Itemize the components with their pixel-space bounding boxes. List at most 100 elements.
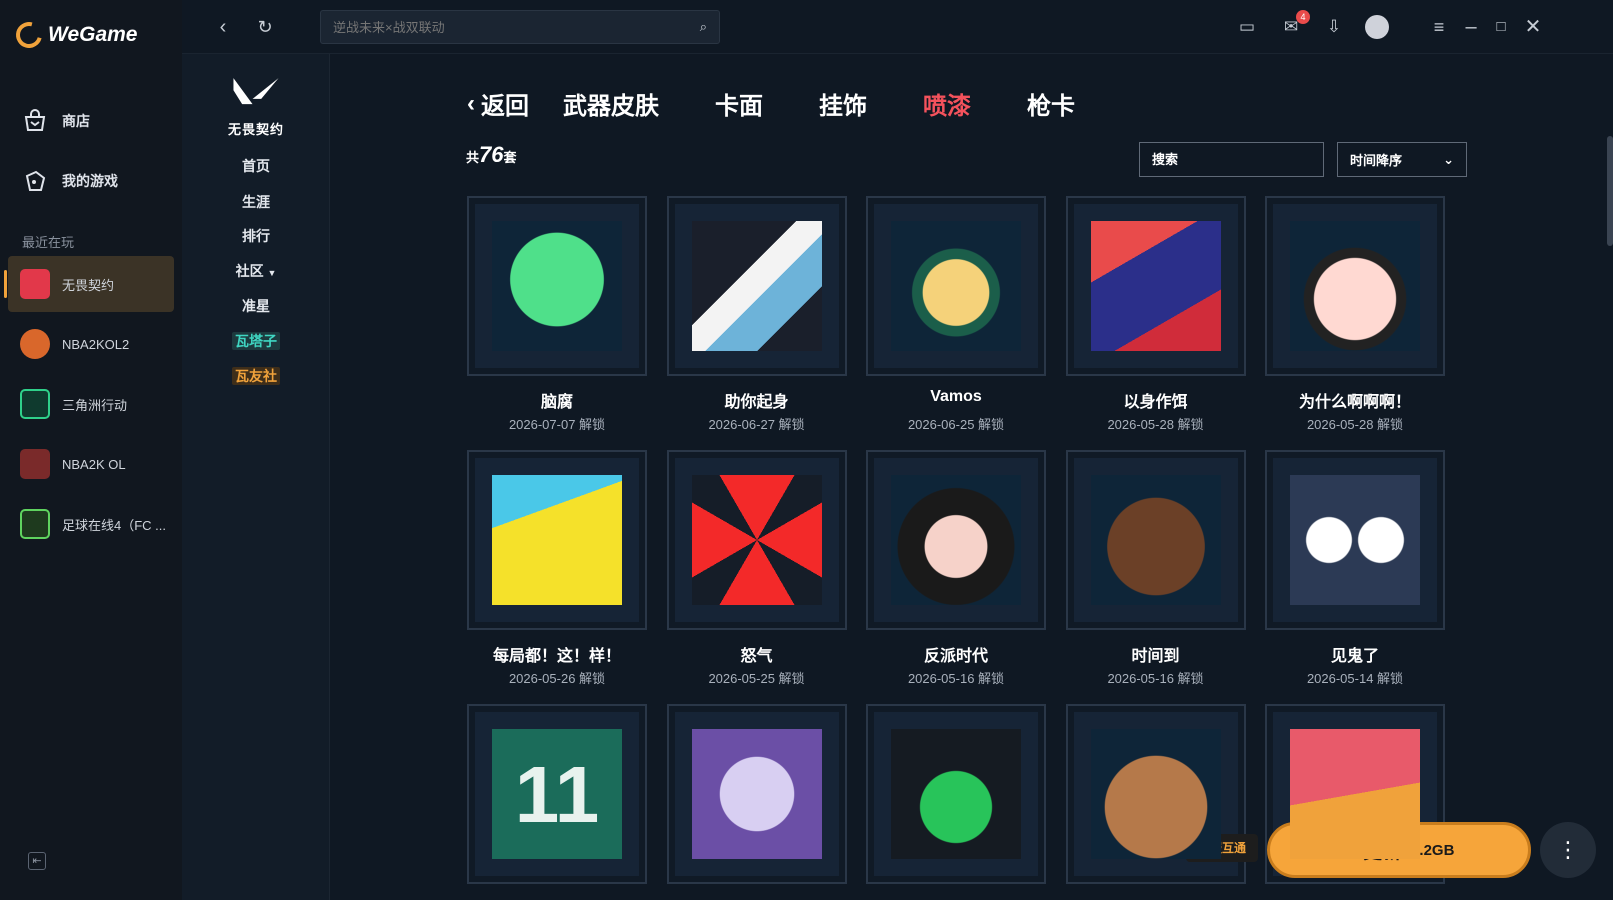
tab-sprays[interactable]: 喷漆: [923, 86, 971, 121]
global-search-input[interactable]: [333, 19, 700, 35]
menu-icon[interactable]: ≡: [1426, 14, 1452, 40]
spray-image: [492, 221, 622, 351]
tab-gun-cards[interactable]: 枪卡: [1027, 86, 1075, 121]
valorant-logo-icon: [233, 78, 279, 105]
search-icon[interactable]: ⌕: [700, 19, 707, 35]
refresh-icon[interactable]: ↻: [252, 14, 278, 40]
caret-down-icon: ▼: [267, 268, 277, 278]
delta-force-game-icon: [20, 389, 50, 419]
spray-unlock-date: 2026-05-25 解锁: [708, 671, 805, 686]
spray-search-input[interactable]: [1139, 142, 1324, 177]
game-label: NBA2K OL: [62, 456, 126, 472]
gamenav-item-community[interactable]: 社区 ▼: [182, 261, 330, 281]
spray-image: 11: [492, 729, 622, 859]
gamenav-item-ranking[interactable]: 排行: [182, 226, 330, 246]
spray-name: 为什么啊啊啊！: [1298, 394, 1411, 411]
spray-unlock-date: 2026-06-25 解锁: [907, 417, 1005, 432]
tab-charms[interactable]: 挂饰: [819, 86, 867, 121]
spray-card[interactable]: 以身作饵 2026-05-28 解锁: [1065, 196, 1246, 434]
spray-card[interactable]: [866, 704, 1046, 900]
wata-badge[interactable]: 瓦塔子: [232, 332, 280, 350]
spray-image: [891, 729, 1021, 859]
recent-game-valorant[interactable]: 无畏契约: [4, 256, 174, 312]
spray-image: [492, 475, 622, 605]
recent-game-nba2kol2[interactable]: NBA2KOL2: [8, 316, 174, 372]
tab-weapon-skins[interactable]: 武器皮肤: [563, 86, 659, 121]
maximize-icon[interactable]: □: [1488, 14, 1514, 40]
spray-card[interactable]: Vamos 2026-06-25 解锁: [866, 196, 1046, 434]
spray-unlock-date: 2026-05-28 解锁: [1306, 417, 1404, 432]
games-icon: [25, 170, 46, 191]
wegame-window: WeGame 商店 我的游戏 最近在玩 无畏契约 NBA2KOL2 三角洲行动 …: [0, 0, 1613, 900]
close-icon[interactable]: ✕: [1520, 14, 1546, 40]
collapse-sidebar-button[interactable]: ⇤: [28, 852, 46, 870]
chevron-down-icon: ⌄: [1443, 151, 1454, 167]
store-icon: [24, 109, 46, 131]
back-button[interactable]: ‹ 返回: [467, 86, 529, 121]
recent-game-nba2k-ol[interactable]: NBA2K OL: [8, 436, 174, 492]
download-manager-icon[interactable]: ⇩: [1321, 14, 1347, 40]
category-tabs: ‹ 返回 武器皮肤 卡面 挂饰 喷漆 枪卡: [467, 86, 1131, 121]
tab-cards[interactable]: 卡面: [715, 86, 763, 121]
spray-unlock-date: 2026-07-07 解锁: [508, 417, 606, 432]
main-sidebar: WeGame 商店 我的游戏 最近在玩 无畏契约 NBA2KOL2 三角洲行动 …: [0, 0, 182, 900]
spray-card[interactable]: 见鬼了 2026-05-14 解锁: [1265, 450, 1445, 688]
game-label: NBA2KOL2: [62, 336, 130, 352]
spray-name: 脑腐: [540, 394, 573, 411]
spray-card[interactable]: [1065, 704, 1246, 900]
sidebar-item-label: 商店: [62, 113, 90, 129]
valorant-logo[interactable]: 无畏契约: [220, 74, 292, 138]
sort-dropdown[interactable]: 时间降序 ⌄: [1337, 142, 1467, 177]
item-count: 共76套: [466, 142, 517, 168]
minimize-icon[interactable]: –: [1458, 14, 1484, 40]
spray-unlock-date: 2026-06-27 解锁: [708, 417, 805, 432]
spray-image: [1090, 221, 1221, 351]
spray-image: [891, 475, 1021, 605]
spray-unlock-date: 2026-05-26 解锁: [508, 671, 606, 686]
spray-card[interactable]: 反派时代 2026-05-16 解锁: [866, 450, 1046, 688]
chevron-left-icon: ‹: [467, 89, 475, 117]
mail-icon[interactable]: ✉ 4: [1278, 10, 1310, 40]
back-nav-icon[interactable]: ‹: [210, 14, 236, 40]
spray-name: 时间到: [1131, 648, 1180, 665]
spray-unlock-date: 2026-05-14 解锁: [1306, 671, 1404, 686]
scrollbar[interactable]: [1607, 136, 1613, 246]
gamenav-item-career[interactable]: 生涯: [182, 192, 330, 212]
spray-card[interactable]: [666, 704, 847, 900]
game-nav: 无畏契约 首页 生涯 排行 社区 ▼ 准星 瓦塔子 瓦友社: [182, 54, 330, 900]
sidebar-item-label: 我的游戏: [62, 173, 118, 189]
brand-name: WeGame: [48, 23, 138, 46]
spray-card[interactable]: 时间到 2026-05-16 解锁: [1065, 450, 1246, 688]
spray-unlock-date: 2026-05-16 解锁: [907, 671, 1005, 686]
wegame-logo[interactable]: WeGame: [11, 17, 138, 53]
spray-card[interactable]: 11: [467, 704, 647, 900]
spray-card[interactable]: 脑腐 2026-07-07 解锁: [467, 196, 647, 434]
spray-name: 每局都！这！样！: [492, 648, 621, 665]
spray-image: [691, 475, 822, 605]
global-search[interactable]: ⌕: [320, 10, 720, 44]
chat-icon[interactable]: ▭: [1234, 14, 1260, 40]
spray-card[interactable]: 为什么啊啊啊！ 2026-05-28 解锁: [1265, 196, 1445, 434]
valorant-game-icon: [20, 269, 50, 299]
more-options-button[interactable]: ⋮: [1540, 822, 1596, 878]
gamenav-item-label: 社区: [235, 263, 264, 279]
count-prefix: 共: [466, 150, 480, 165]
sidebar-item-store[interactable]: 商店: [22, 108, 90, 134]
spray-card[interactable]: 助你起身 2026-06-27 解锁: [666, 196, 847, 434]
count-number: 76: [479, 142, 504, 167]
game-label: 无畏契约: [62, 277, 115, 293]
spray-name: 助你起身: [724, 394, 789, 411]
gamenav-item-crosshair[interactable]: 准星: [182, 296, 330, 316]
sidebar-item-my-games[interactable]: 我的游戏: [22, 168, 118, 194]
recent-game-fc-online[interactable]: 足球在线4（FC ...: [8, 496, 174, 552]
spray-unlock-date: 2026-05-28 解锁: [1107, 417, 1204, 432]
recent-game-delta-force[interactable]: 三角洲行动: [8, 376, 174, 432]
spray-name: 以身作饵: [1123, 394, 1188, 411]
spray-image: [1290, 729, 1420, 859]
wayou-badge[interactable]: 瓦友社: [232, 367, 280, 385]
user-avatar[interactable]: [1364, 14, 1390, 40]
spray-card[interactable]: 每局都！这！样！ 2026-05-26 解锁: [467, 450, 647, 688]
mail-count-badge: 4: [1296, 10, 1310, 24]
spray-card[interactable]: 怒气 2026-05-25 解锁: [666, 450, 847, 688]
gamenav-item-home[interactable]: 首页: [182, 156, 330, 176]
